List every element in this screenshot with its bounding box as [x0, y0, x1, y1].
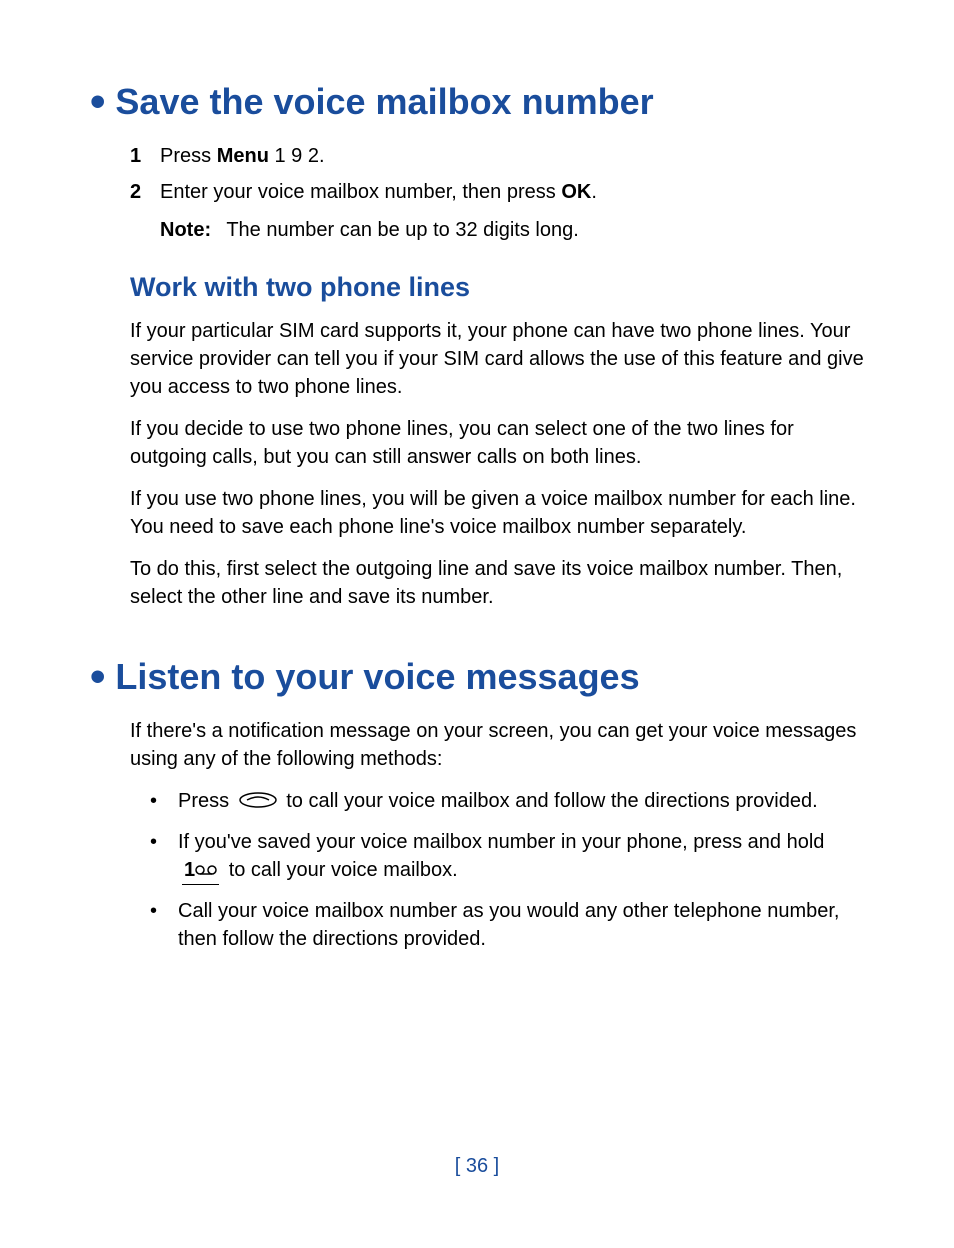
bullet-icon: •: [150, 828, 178, 885]
heading-text: Listen to your voice messages: [115, 656, 639, 698]
list-item: • Press to call your voice mailbox and f…: [150, 787, 864, 816]
bullet-icon: •: [90, 655, 105, 699]
step-1: 1 Press Menu 1 9 2.: [130, 142, 864, 170]
paragraph: If your particular SIM card supports it,…: [130, 317, 864, 401]
heading-two-phone-lines: Work with two phone lines: [130, 272, 864, 303]
bullet-icon: •: [150, 787, 178, 816]
paragraph: To do this, first select the outgoing li…: [130, 555, 864, 611]
page-number: [ 36 ]: [0, 1155, 954, 1178]
paragraph: If you decide to use two phone lines, yo…: [130, 415, 864, 471]
step-text: Press Menu 1 9 2.: [160, 142, 325, 170]
note-label: Note:: [160, 219, 211, 241]
heading-save-voice-mailbox: • Save the voice mailbox number: [90, 80, 864, 124]
note-text: The number can be up to 32 digits long.: [226, 219, 578, 241]
list-item: • Call your voice mailbox number as you …: [150, 897, 864, 953]
heading-text: Save the voice mailbox number: [115, 81, 653, 123]
list-item-text: If you've saved your voice mailbox numbe…: [178, 828, 864, 885]
key-1-voicemail-icon: 1: [182, 856, 219, 885]
step-number: 2: [130, 178, 160, 206]
note-block: Note: The number can be up to 32 digits …: [160, 216, 864, 244]
list-item: • If you've saved your voice mailbox num…: [150, 828, 864, 885]
page-content: • Save the voice mailbox number 1 Press …: [0, 0, 954, 1248]
list-item-text: Press to call your voice mailbox and fol…: [178, 787, 818, 816]
heading-listen-voice-messages: • Listen to your voice messages: [90, 655, 864, 699]
softkey-icon: [239, 788, 277, 816]
bullet-icon: •: [150, 897, 178, 953]
step-number: 1: [130, 142, 160, 170]
step-2: 2 Enter your voice mailbox number, then …: [130, 178, 864, 206]
step-text: Enter your voice mailbox number, then pr…: [160, 178, 597, 206]
list-item-text: Call your voice mailbox number as you wo…: [178, 897, 864, 953]
intro-paragraph: If there's a notification message on you…: [130, 717, 864, 773]
steps-block: 1 Press Menu 1 9 2. 2 Enter your voice m…: [130, 142, 864, 244]
bullet-icon: •: [90, 80, 105, 124]
paragraph: If you use two phone lines, you will be …: [130, 485, 864, 541]
